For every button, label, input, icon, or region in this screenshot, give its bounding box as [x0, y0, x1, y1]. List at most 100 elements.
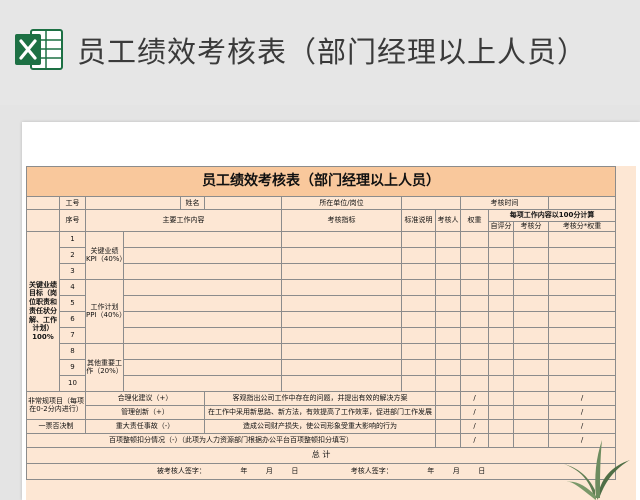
self-score-cell[interactable]: [488, 278, 514, 296]
emp-no-input[interactable]: [85, 196, 181, 210]
weighted-score-cell[interactable]: [547, 358, 617, 376]
assess-score-cell[interactable]: [513, 390, 549, 406]
assess-score-cell[interactable]: [513, 404, 549, 420]
weight-cell[interactable]: [460, 310, 489, 328]
assess-score-cell[interactable]: [513, 246, 549, 264]
self-score-cell[interactable]: [488, 432, 514, 448]
self-score-cell[interactable]: [488, 390, 514, 406]
assess-score-cell[interactable]: [513, 326, 549, 344]
self-score-cell[interactable]: [488, 404, 514, 420]
assess-score-cell[interactable]: [513, 230, 549, 248]
weighted-score-cell[interactable]: [547, 374, 617, 392]
standard-cell[interactable]: [401, 262, 436, 280]
assess-score-cell[interactable]: [513, 358, 549, 376]
standard-cell[interactable]: [401, 358, 436, 376]
indicator-cell[interactable]: [281, 310, 402, 328]
self-score-cell[interactable]: [488, 262, 514, 280]
assess-score-cell[interactable]: [513, 278, 549, 296]
standard-cell[interactable]: [401, 294, 436, 312]
unit-input[interactable]: [401, 196, 461, 210]
weighted-score-cell[interactable]: [547, 262, 617, 280]
work-cell[interactable]: [123, 262, 282, 280]
self-score-cell[interactable]: [488, 310, 514, 328]
work-cell[interactable]: [123, 358, 282, 376]
employee-sign-label: 被考核人签字：: [156, 466, 206, 475]
work-cell[interactable]: [123, 342, 282, 360]
info-cell[interactable]: [26, 196, 60, 210]
standard-cell[interactable]: [401, 278, 436, 296]
weight-cell[interactable]: [460, 246, 489, 264]
weight-cell[interactable]: [460, 262, 489, 280]
weight-cell[interactable]: [460, 374, 489, 392]
header-indicator: 考核指标: [281, 209, 402, 232]
indicator-cell[interactable]: [281, 358, 402, 376]
assessor-cell[interactable]: [435, 230, 461, 248]
indicator-cell[interactable]: [281, 342, 402, 360]
work-cell[interactable]: [123, 230, 282, 248]
weighted-score-cell[interactable]: [547, 230, 617, 248]
assessor-cell[interactable]: [435, 432, 461, 448]
standard-cell[interactable]: [401, 342, 436, 360]
self-score-cell[interactable]: [488, 418, 514, 434]
assessor-cell[interactable]: [435, 390, 461, 406]
work-cell[interactable]: [123, 310, 282, 328]
indicator-cell[interactable]: [281, 230, 402, 248]
indicator-cell[interactable]: [281, 262, 402, 280]
period-input[interactable]: [547, 196, 617, 210]
weight-cell[interactable]: [460, 326, 489, 344]
weight-cell[interactable]: [460, 230, 489, 248]
assess-score-cell[interactable]: [513, 342, 549, 360]
assessor-cell[interactable]: [435, 404, 461, 420]
indicator-cell[interactable]: [281, 326, 402, 344]
assess-score-cell[interactable]: [513, 418, 549, 434]
work-cell[interactable]: [123, 294, 282, 312]
work-cell[interactable]: [123, 326, 282, 344]
work-cell[interactable]: [123, 246, 282, 264]
assess-score-cell[interactable]: [513, 374, 549, 392]
work-cell[interactable]: [123, 374, 282, 392]
assessor-cell[interactable]: [435, 262, 461, 280]
assessor-cell[interactable]: [435, 326, 461, 344]
self-score-cell[interactable]: [488, 326, 514, 344]
weighted-score-cell[interactable]: [547, 278, 617, 296]
assessor-cell[interactable]: [435, 246, 461, 264]
self-score-cell[interactable]: [488, 374, 514, 392]
indicator-cell[interactable]: [281, 246, 402, 264]
standard-cell[interactable]: [401, 326, 436, 344]
performance-table: 员工绩效考核表（部门经理以上人员） 工号 姓名 所在单位/岗位 考核时间 序号 …: [25, 166, 617, 480]
standard-cell[interactable]: [401, 230, 436, 248]
assessor-cell[interactable]: [435, 294, 461, 312]
assess-score-cell[interactable]: [513, 310, 549, 328]
assessor-cell[interactable]: [435, 418, 461, 434]
weighted-score-cell[interactable]: [547, 326, 617, 344]
indicator-cell[interactable]: [281, 278, 402, 296]
assessor-cell[interactable]: [435, 278, 461, 296]
indicator-cell[interactable]: [281, 294, 402, 312]
self-score-cell[interactable]: [488, 246, 514, 264]
weight-cell[interactable]: [460, 278, 489, 296]
weight-cell[interactable]: [460, 342, 489, 360]
assessor-cell[interactable]: [435, 358, 461, 376]
weighted-score-cell[interactable]: [547, 294, 617, 312]
assess-score-cell[interactable]: [513, 432, 549, 448]
self-score-cell[interactable]: [488, 342, 514, 360]
assessor-cell[interactable]: [435, 310, 461, 328]
work-cell[interactable]: [123, 278, 282, 296]
assess-score-cell[interactable]: [513, 262, 549, 280]
assessor-cell[interactable]: [435, 374, 461, 392]
weight-cell[interactable]: [460, 358, 489, 376]
self-score-cell[interactable]: [488, 358, 514, 376]
weight-cell[interactable]: [460, 294, 489, 312]
weighted-score-cell[interactable]: [547, 310, 617, 328]
assessor-cell[interactable]: [435, 342, 461, 360]
name-input[interactable]: [204, 196, 282, 210]
standard-cell[interactable]: [401, 310, 436, 328]
indicator-cell[interactable]: [281, 374, 402, 392]
self-score-cell[interactable]: [488, 294, 514, 312]
assess-score-cell[interactable]: [513, 294, 549, 312]
standard-cell[interactable]: [401, 374, 436, 392]
standard-cell[interactable]: [401, 246, 436, 264]
self-score-cell[interactable]: [488, 230, 514, 248]
weighted-score-cell[interactable]: [547, 342, 617, 360]
weighted-score-cell[interactable]: [547, 246, 617, 264]
